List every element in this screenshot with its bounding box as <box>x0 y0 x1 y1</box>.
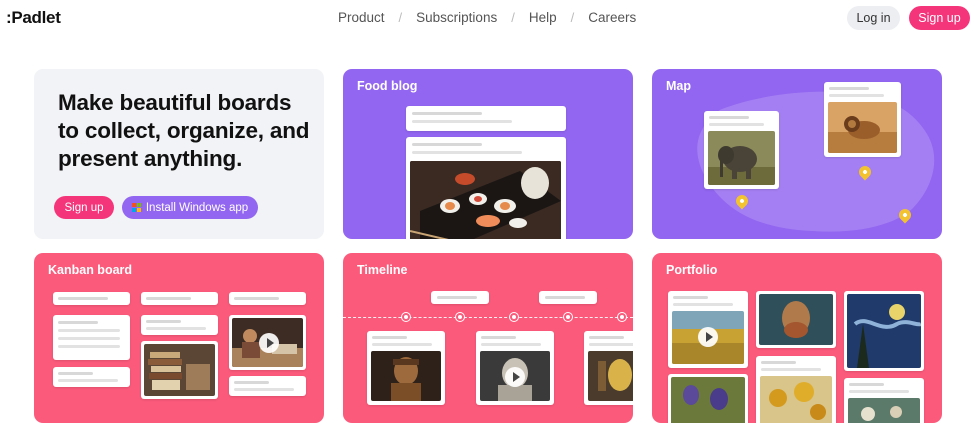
play-icon[interactable] <box>505 367 525 387</box>
flowers-photo <box>848 398 920 423</box>
timeline-title: Timeline <box>357 263 408 277</box>
login-button[interactable]: Log in <box>847 6 900 30</box>
portfolio-post <box>844 378 924 423</box>
timeline-dot <box>510 313 518 321</box>
portrait-photo <box>759 294 833 345</box>
portfolio-post <box>668 374 748 423</box>
timeline-post <box>367 331 445 405</box>
hero-signup-button[interactable]: Sign up <box>54 196 114 219</box>
kanban-post <box>53 367 130 387</box>
kanban-board-title: Kanban board <box>48 263 133 277</box>
padlet-logo[interactable]: :Padlet <box>6 8 61 28</box>
map-card[interactable]: Map <box>652 69 942 239</box>
irises-photo <box>671 377 745 423</box>
timeline-post <box>476 331 554 405</box>
food-blog-title: Food blog <box>357 79 418 93</box>
timeline-dot <box>456 313 464 321</box>
portfolio-post <box>844 291 924 371</box>
map-post <box>704 111 779 189</box>
portfolio-post <box>756 291 836 348</box>
kanban-post <box>141 341 218 399</box>
play-icon[interactable] <box>698 327 718 347</box>
portfolio-post <box>756 356 836 423</box>
hero-card: Make beautiful boards to collect, organi… <box>34 69 324 239</box>
portfolio-card[interactable]: Portfolio <box>652 253 942 423</box>
map-post <box>824 82 901 157</box>
timeline-label <box>431 291 489 304</box>
top-nav: Product / Subscriptions / Help / Careers <box>338 10 636 25</box>
lion-photo <box>828 102 897 153</box>
timeline-dot <box>564 313 572 321</box>
post-preview <box>406 106 566 131</box>
signup-button[interactable]: Sign up <box>909 6 970 30</box>
timeline-post <box>584 331 633 405</box>
portfolio-post <box>668 291 748 368</box>
timeline-dot <box>402 313 410 321</box>
windows-logo-icon <box>131 203 141 212</box>
nav-help[interactable]: Help <box>529 10 557 25</box>
nav-careers[interactable]: Careers <box>588 10 636 25</box>
kanban-post <box>229 376 306 396</box>
hero-title: Make beautiful boards to collect, organi… <box>58 90 310 171</box>
kanban-post <box>53 292 130 305</box>
portfolio-title: Portfolio <box>666 263 718 277</box>
books-photo <box>144 344 215 396</box>
elephant-photo <box>708 131 775 185</box>
timeline-card[interactable]: Timeline <box>343 253 633 423</box>
starry-night-photo <box>847 294 921 368</box>
kanban-board-card[interactable]: Kanban board <box>34 253 324 423</box>
install-windows-app-label: Install Windows app <box>145 201 249 214</box>
sunflowers-photo <box>760 376 832 423</box>
kanban-post <box>53 315 130 360</box>
kanban-post <box>141 292 218 305</box>
timeline-dot <box>618 313 626 321</box>
timeline-label <box>539 291 597 304</box>
nav-separator: / <box>511 10 515 25</box>
sculpture-photo <box>588 351 633 401</box>
kanban-post <box>229 292 306 305</box>
statue-photo <box>371 351 441 401</box>
install-windows-app-button[interactable]: Install Windows app <box>122 196 258 219</box>
kanban-post <box>141 315 218 335</box>
timeline-axis <box>343 317 633 318</box>
post-preview <box>406 137 566 239</box>
nav-subscriptions[interactable]: Subscriptions <box>416 10 497 25</box>
play-icon[interactable] <box>259 333 279 353</box>
nav-separator: / <box>398 10 403 25</box>
food-blog-card[interactable]: Food blog <box>343 69 633 239</box>
nav-product[interactable]: Product <box>338 10 385 25</box>
sushi-photo <box>410 161 561 239</box>
kanban-post <box>229 315 306 370</box>
nav-separator: / <box>570 10 575 25</box>
